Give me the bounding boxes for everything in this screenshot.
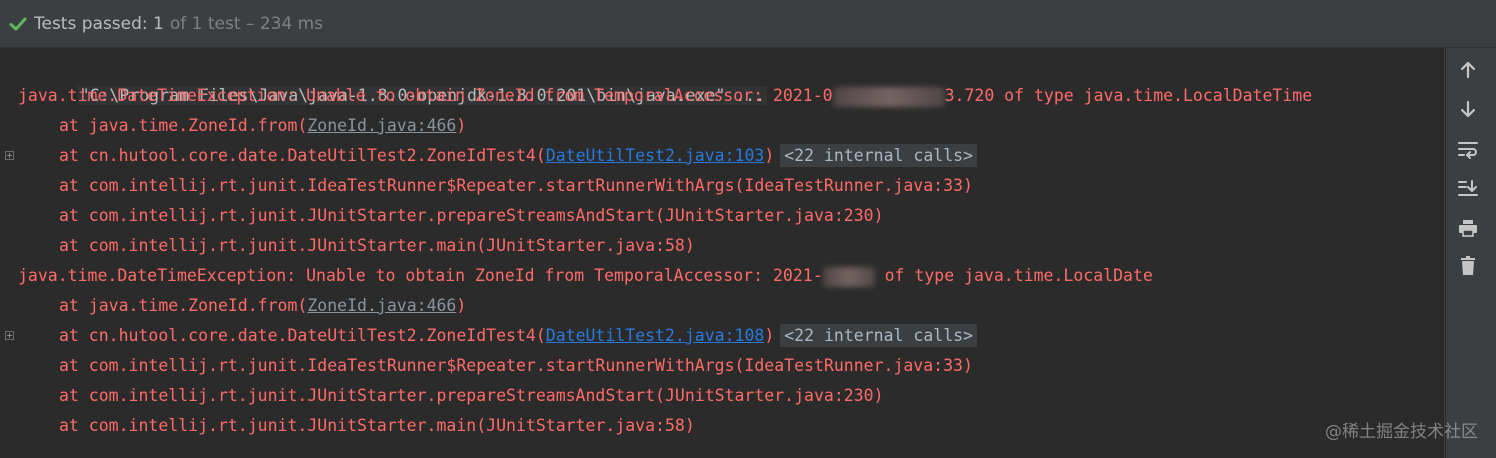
console-line-command: "C:\Program Files\Java\java-1.8.0-openjd…	[18, 51, 768, 105]
expand-internal-calls-icon[interactable]	[5, 151, 14, 160]
soft-wrap-icon[interactable]	[1456, 137, 1480, 161]
console-output[interactable]: "C:\Program Files\Java\java-1.8.0-openjd…	[0, 48, 1445, 458]
watermark: @稀土掘金技术社区	[1325, 422, 1478, 442]
redacted-blur	[822, 266, 875, 287]
stack-frame-close: )	[456, 116, 467, 135]
scroll-to-end-icon[interactable]	[1456, 176, 1480, 200]
source-link[interactable]: ZoneId.java:466	[307, 296, 456, 315]
stack-frame-text: at java.time.ZoneId.from(	[59, 296, 308, 315]
stack-trace-line: at com.intellij.rt.junit.JUnitStarter.pr…	[59, 206, 884, 225]
print-icon[interactable]	[1456, 216, 1480, 240]
exception-text-suffix: of type java.time.LocalDate	[874, 266, 1153, 285]
stack-trace-line: at com.intellij.rt.junit.IdeaTestRunner$…	[59, 356, 973, 375]
source-link[interactable]: DateUtilTest2.java:103	[546, 146, 765, 165]
stack-trace-line: at com.intellij.rt.junit.JUnitStarter.ma…	[59, 236, 695, 255]
expand-internal-calls-icon[interactable]	[5, 331, 14, 340]
exception-text: java.time.DateTimeException: Unable to o…	[18, 266, 823, 285]
test-status-bar: Tests passed: 1 of 1 test – 234 ms	[0, 0, 1496, 48]
tests-summary-label: of 1 test – 234 ms	[169, 13, 324, 34]
source-link[interactable]: ZoneId.java:466	[307, 116, 456, 135]
stack-frame-close: )	[456, 296, 467, 315]
check-icon	[9, 17, 27, 30]
console-line-exception: java.time.DateTimeException: Unable to o…	[18, 261, 1153, 291]
source-link[interactable]: DateUtilTest2.java:108	[546, 326, 765, 345]
internal-calls-fold[interactable]: <22 internal calls>	[780, 324, 977, 347]
stack-trace-line: at cn.hutool.core.date.DateUtilTest2.Zon…	[18, 141, 977, 171]
stack-trace-line: at com.intellij.rt.junit.JUnitStarter.ma…	[59, 416, 695, 435]
stack-trace-line: at com.intellij.rt.junit.IdeaTestRunner$…	[59, 176, 973, 195]
internal-calls-fold[interactable]: <22 internal calls>	[780, 144, 977, 167]
stack-trace-line: at java.time.ZoneId.from(ZoneId.java:466…	[18, 291, 466, 321]
stack-frame-text: at cn.hutool.core.date.DateUtilTest2.Zon…	[59, 326, 546, 345]
console-line-exception: java.time.DateTimeException: Unable to o…	[18, 81, 1312, 111]
run-tool-window: Tests passed: 1 of 1 test – 234 ms "C:\P…	[0, 0, 1496, 458]
tests-passed-label: Tests passed: 1	[34, 13, 164, 34]
redacted-blur	[832, 86, 945, 107]
exception-text: java.time.DateTimeException: Unable to o…	[18, 86, 833, 105]
trash-icon[interactable]	[1456, 254, 1480, 278]
stack-frame-text: at java.time.ZoneId.from(	[59, 116, 308, 135]
console-toolbar	[1446, 48, 1496, 458]
exception-text-suffix: 3.720 of type java.time.LocalDateTime	[944, 86, 1313, 105]
stack-frame-close: )	[764, 146, 775, 165]
arrow-up-icon[interactable]	[1456, 58, 1480, 82]
stack-trace-line: at com.intellij.rt.junit.JUnitStarter.pr…	[59, 386, 884, 405]
stack-frame-text: at cn.hutool.core.date.DateUtilTest2.Zon…	[59, 146, 546, 165]
stack-trace-line: at cn.hutool.core.date.DateUtilTest2.Zon…	[18, 321, 977, 351]
stack-trace-line: at java.time.ZoneId.from(ZoneId.java:466…	[18, 111, 466, 141]
stack-frame-close: )	[764, 326, 775, 345]
arrow-down-icon[interactable]	[1456, 97, 1480, 121]
